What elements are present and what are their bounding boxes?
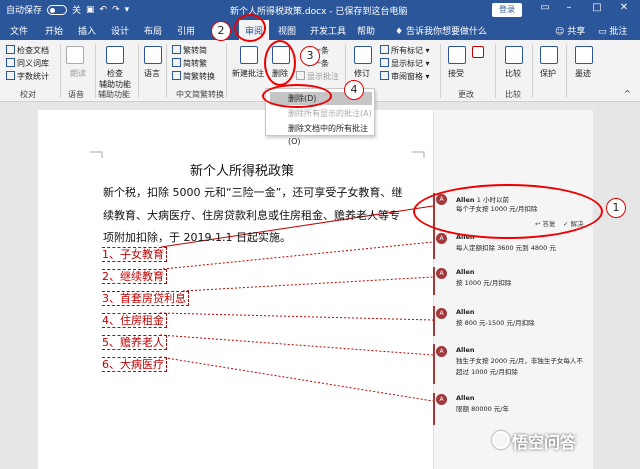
avatar: A <box>436 308 447 319</box>
avatar: A <box>436 346 447 357</box>
comment-bar <box>433 231 435 259</box>
comment-text: 按 1000 元/月扣除 <box>456 279 512 287</box>
avatar: A <box>436 394 447 405</box>
step-badge: 3 <box>300 46 320 66</box>
comment-text: 每人定额扣除 3600 元到 4800 元 <box>456 244 556 252</box>
list-item[interactable]: 4、住房租金 <box>102 313 167 328</box>
comment-author: Allen <box>456 394 475 402</box>
list-item[interactable]: 6、大病医疗 <box>102 357 167 372</box>
list-item[interactable]: 2、继续教育 <box>102 269 167 284</box>
delete-all-comments-menu-item[interactable]: 删除文档中的所有批注(O) <box>270 122 372 146</box>
comment-bar <box>433 393 435 425</box>
paragraph-line: 续教育、大病医疗、住房贷款利息或住房租金、赡养老人等专 <box>103 209 400 222</box>
list-item[interactable]: 1、子女教育 <box>102 247 167 262</box>
list-item[interactable]: 3、首套房贷利息 <box>102 291 189 306</box>
delete-all-shown-menu-item[interactable]: 删除所有显示的批注(A) <box>270 107 372 120</box>
avatar: A <box>436 233 447 244</box>
highlight-ellipse-comment <box>413 184 603 239</box>
comment-bar <box>433 344 435 384</box>
step-badge: 2 <box>211 21 231 41</box>
comment-text: 独生子女按 2000 元/月，非独生子女每人不超过 1000 元/月扣除 <box>456 357 583 376</box>
avatar: A <box>436 268 447 279</box>
comment-author: Allen <box>456 346 475 354</box>
highlight-ellipse-delete-item <box>262 84 332 108</box>
comment-author: Allen <box>456 268 475 276</box>
comment-text: 限额 80000 元/年 <box>456 405 509 413</box>
paragraph-line: 项附加扣除，于 2019.1.1 日起实施。 <box>103 231 291 244</box>
comment-bar <box>433 267 435 295</box>
step-badge: 1 <box>606 198 626 218</box>
watermark: 悟空问答 <box>512 433 577 452</box>
highlight-ellipse-delete <box>264 40 296 86</box>
highlight-ellipse-review-tab <box>234 14 266 42</box>
step-badge: 4 <box>344 80 364 100</box>
comment-author: Allen <box>456 308 475 316</box>
list-item[interactable]: 5、赡养老人 <box>102 335 167 350</box>
paragraph-line: 新个税，扣除 5000 元和“三险一金”，还可享受子女教育、继 <box>103 186 403 199</box>
comment-bar <box>433 306 435 336</box>
document-heading: 新个人所得税政策 <box>190 164 295 179</box>
watermark-logo-icon <box>492 431 510 449</box>
comment-text: 按 800 元-1500 元/月扣除 <box>456 319 535 327</box>
